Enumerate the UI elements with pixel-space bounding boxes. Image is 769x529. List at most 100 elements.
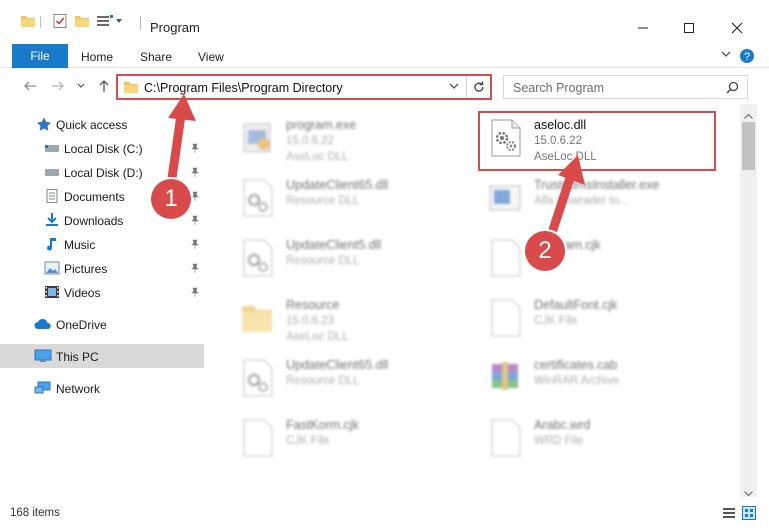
file-list: program.exe 15.0.6.22 AseLoc DLL aseloc.… [206, 104, 740, 504]
file-item[interactable]: UpdateClient65.dll Resource DLL [214, 166, 454, 224]
qa-divider [40, 16, 41, 28]
sidebar-item-pictures[interactable]: Pictures [0, 256, 204, 280]
sidebar-item-label: Quick access [56, 118, 128, 132]
file-description: Resource DLL [286, 375, 360, 387]
sidebar-item-videos[interactable]: Videos [0, 280, 204, 304]
svg-text:?: ? [744, 51, 750, 63]
minimize-icon [638, 27, 648, 29]
expand-ribbon-icon[interactable] [720, 48, 732, 63]
properties-icon[interactable] [52, 13, 68, 31]
sidebar-item-label: Local Disk (C:) [64, 142, 143, 156]
address-folder-icon [123, 80, 139, 97]
refresh-button[interactable] [466, 76, 490, 98]
status-bar: 168 items [0, 497, 769, 529]
sidebar-item-music[interactable]: Music [0, 232, 204, 256]
computer-icon [34, 349, 52, 363]
sidebar-item-label: Downloads [64, 214, 124, 228]
file-name: DefaultFont.cjk [534, 298, 618, 312]
exe-icon [238, 118, 276, 158]
file-item[interactable]: Program.cjk [462, 226, 702, 284]
file-name: TrustedmsInstaller.exe [534, 178, 660, 192]
file-description: WinRAR Archive [534, 375, 619, 387]
callout-step-1: 1 [151, 179, 191, 219]
file-name: Resource [286, 298, 340, 312]
pin-icon[interactable] [190, 238, 200, 252]
pin-icon[interactable] [190, 190, 200, 204]
maximize-icon [684, 23, 694, 33]
tab-view[interactable]: View [198, 50, 224, 64]
star-icon [36, 117, 52, 131]
scroll-thumb[interactable] [742, 122, 755, 170]
search-box[interactable]: Search Program [503, 75, 748, 99]
sidebar-item-label: OneDrive [56, 318, 107, 332]
new-folder-icon[interactable] [74, 13, 90, 31]
file-name: UpdateClient5.dll [286, 238, 382, 252]
help-icon[interactable]: ? [739, 48, 755, 67]
details-view-icon[interactable] [722, 506, 736, 520]
search-placeholder[interactable]: Search Program [513, 81, 604, 95]
archive-icon [486, 358, 524, 398]
search-icon[interactable] [726, 81, 739, 97]
address-dropdown-icon[interactable] [448, 80, 460, 95]
file-description: CJK File [534, 315, 578, 327]
large-icons-view-icon[interactable] [742, 506, 756, 520]
file-item[interactable]: UpdateClient65.dll Resource DLL [214, 346, 454, 404]
file-item[interactable]: UpdateClient5.dll Resource DLL [214, 226, 454, 284]
minimize-button[interactable] [620, 13, 666, 43]
sidebar-item-local-disk-c[interactable]: Local Disk (C:) [0, 136, 204, 160]
folder-icon [238, 298, 276, 338]
tab-home[interactable]: Home [81, 50, 113, 64]
tab-file[interactable]: File [12, 44, 68, 68]
file-version: 15.0.6.22 [286, 135, 334, 147]
maximize-button[interactable] [666, 13, 712, 43]
sidebar-item-quick-access[interactable]: Quick access [0, 112, 204, 136]
pin-icon[interactable] [190, 166, 200, 180]
explorer-window: Program File Home Share View ? C:\Progra… [0, 0, 769, 529]
pictures-icon [44, 261, 60, 275]
drive-icon [44, 165, 60, 179]
navigation-bar: C:\Program Files\Program Directory Searc… [0, 70, 769, 102]
pin-icon[interactable] [190, 262, 200, 276]
file-item[interactable]: program.exe 15.0.6.22 AseLoc DLL [214, 106, 454, 164]
sidebar-item-onedrive[interactable]: OneDrive [0, 312, 204, 336]
file-description: CJK File [286, 435, 330, 447]
file-description: AseLoc DLL [286, 331, 349, 343]
file-name: certificates.cab [534, 358, 618, 372]
vertical-scrollbar[interactable] [740, 104, 757, 504]
pin-icon[interactable] [190, 142, 200, 156]
address-path[interactable]: C:\Program Files\Program Directory [144, 81, 343, 95]
file-item[interactable]: TrustedmsInstaller.exe Alfa Bowrader to.… [462, 166, 702, 224]
pin-icon[interactable] [190, 286, 200, 300]
recent-chevron-icon[interactable] [76, 80, 86, 94]
file-item[interactable]: FastKorm.cjk CJK File [214, 406, 454, 464]
close-button[interactable] [714, 13, 760, 43]
file-name: UpdateClient65.dll [286, 358, 389, 372]
download-icon [44, 213, 60, 227]
scroll-up-icon[interactable] [744, 108, 753, 122]
customize-toolbar-icon[interactable] [96, 13, 124, 31]
up-arrow-icon[interactable] [96, 78, 112, 97]
forward-arrow-icon[interactable] [50, 78, 66, 97]
file-item[interactable]: Resource 15.0.6.23 AseLoc DLL [214, 286, 454, 344]
dll-gear-icon [238, 358, 276, 398]
sidebar-item-label: This PC [56, 350, 99, 364]
file-item[interactable]: Arabc.wrd WRD File [462, 406, 702, 464]
folder-icon[interactable] [20, 13, 36, 31]
window-icon [486, 178, 524, 218]
file-description: AseLoc DLL [286, 151, 349, 163]
window-title: Program [150, 20, 200, 35]
item-count: 168 items [10, 507, 60, 519]
pin-icon[interactable] [190, 214, 200, 228]
ribbon-tabs: File Home Share View ? [0, 44, 769, 68]
file-item[interactable]: DefaultFont.cjk CJK File [462, 286, 702, 344]
videos-icon [44, 285, 60, 299]
address-bar[interactable]: C:\Program Files\Program Directory [116, 74, 492, 100]
blank-file-icon [238, 418, 276, 458]
file-item[interactable]: certificates.cab WinRAR Archive [462, 346, 702, 404]
tab-share[interactable]: Share [140, 50, 172, 64]
file-version: 15.0.6.23 [286, 315, 334, 327]
highlight-box [478, 111, 716, 171]
back-arrow-icon[interactable] [22, 78, 38, 97]
sidebar-item-network[interactable]: Network [0, 376, 204, 400]
sidebar-item-this-pc[interactable]: This PC [0, 344, 204, 368]
